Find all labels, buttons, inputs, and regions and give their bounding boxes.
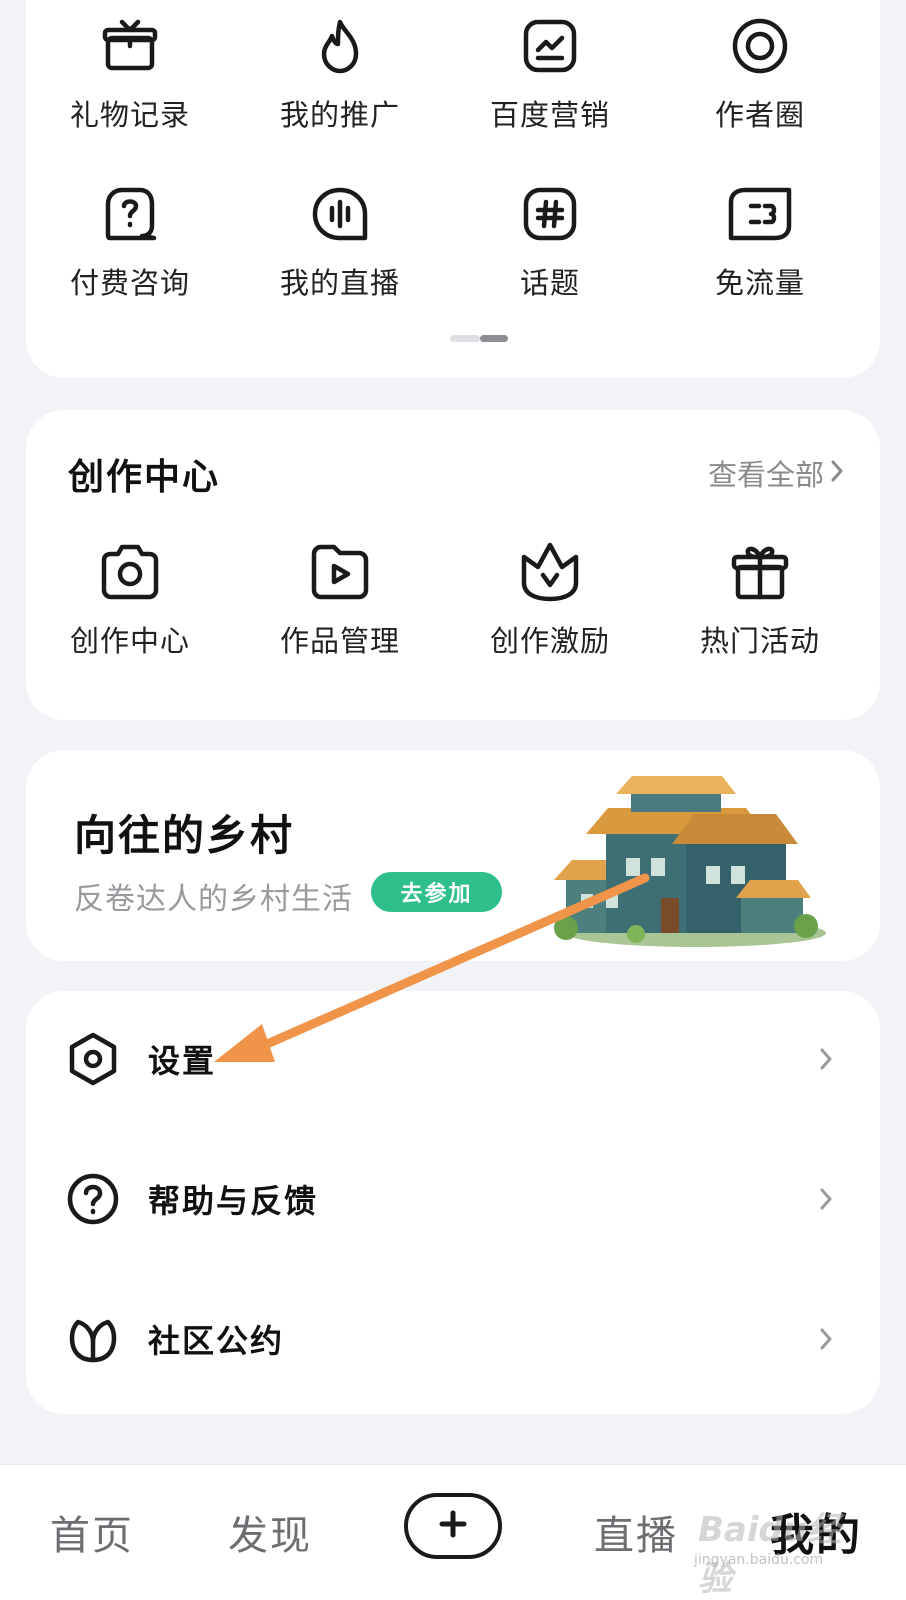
tool-free-data[interactable]: 免流量 [660, 180, 860, 302]
crown-icon [450, 538, 650, 606]
help-question-icon [66, 1172, 120, 1226]
menu-item-community-rules[interactable]: 社区公约 [26, 1279, 880, 1399]
creation-item-label: 创作中心 [69, 624, 190, 658]
creation-item-works[interactable]: 作品管理 [240, 538, 440, 660]
author-circle-icon [660, 12, 860, 80]
camera-icon [30, 538, 230, 606]
nav-mine[interactable]: 我的 [770, 1499, 862, 1563]
tool-label: 我的直播 [279, 266, 400, 300]
tool-label: 付费咨询 [69, 266, 190, 300]
tool-label: 免流量 [714, 266, 805, 300]
live-audio-icon [240, 180, 440, 248]
creation-item-center[interactable]: 创作中心 [30, 538, 230, 660]
tool-gift-record[interactable]: 礼物记录 [30, 12, 230, 134]
tools-card: 礼物记录 我的推广 百度营销 作者圈 付费咨询 我的直播 话题 免流量 [26, 0, 880, 378]
page-indicator [450, 335, 508, 342]
marketing-chart-icon [450, 12, 650, 80]
tool-paid-consult[interactable]: 付费咨询 [30, 180, 230, 302]
create-post-button[interactable] [404, 1493, 502, 1559]
tool-label: 我的推广 [279, 98, 400, 132]
page-dot-active [480, 335, 508, 342]
video-play-icon [240, 538, 440, 606]
nav-home[interactable]: 首页 [50, 1503, 134, 1561]
tool-baidu-marketing[interactable]: 百度营销 [450, 12, 650, 134]
tool-my-promotion[interactable]: 我的推广 [240, 12, 440, 134]
paid-question-icon [30, 180, 230, 248]
settings-menu-card: 设置 帮助与反馈 社区公约 [26, 991, 880, 1414]
creation-center-card: 创作中心 查看全部 创作中心 作品管理 创作激励 热门活动 [26, 410, 880, 720]
join-button[interactable]: 去参加 [371, 872, 502, 912]
section-title: 创作中心 [68, 457, 221, 498]
menu-label: 设置 [148, 1042, 217, 1080]
creation-item-events[interactable]: 热门活动 [660, 538, 860, 660]
page-dot [450, 335, 480, 342]
tool-label: 礼物记录 [69, 98, 190, 132]
bottom-navigation: 首页 发现 直播 我的 [0, 1464, 906, 1600]
menu-label: 社区公约 [148, 1322, 285, 1360]
chevron-right-icon [816, 1044, 836, 1074]
nav-live[interactable]: 直播 [594, 1503, 678, 1561]
menu-item-help-feedback[interactable]: 帮助与反馈 [26, 1139, 880, 1259]
tool-label: 话题 [519, 266, 580, 300]
tool-author-circle[interactable]: 作者圈 [660, 12, 860, 134]
flame-icon [240, 12, 440, 80]
creation-item-label: 热门活动 [699, 624, 820, 658]
creation-item-label: 作品管理 [279, 624, 400, 658]
event-banner[interactable]: 向往的乡村 反卷达人的乡村生活 去参加 [26, 750, 880, 961]
village-house-illustration [536, 768, 836, 948]
gift-box-icon [660, 538, 860, 606]
banner-subtitle: 反卷达人的乡村生活 [74, 882, 353, 917]
creation-item-incentive[interactable]: 创作激励 [450, 538, 650, 660]
settings-hexagon-icon [66, 1032, 120, 1086]
hashtag-icon [450, 180, 650, 248]
menu-label: 帮助与反馈 [148, 1182, 319, 1220]
banner-title: 向往的乡村 [74, 811, 295, 860]
creation-item-label: 创作激励 [489, 624, 610, 658]
gift-icon [30, 12, 230, 80]
tool-label: 作者圈 [714, 98, 805, 132]
plus-icon [438, 1509, 468, 1543]
leaf-icon [66, 1312, 120, 1366]
menu-item-settings[interactable]: 设置 [26, 999, 880, 1119]
tool-topic[interactable]: 话题 [450, 180, 650, 302]
chevron-right-icon [830, 456, 844, 490]
see-all-label: 查看全部 [707, 458, 824, 492]
chevron-right-icon [816, 1184, 836, 1214]
chevron-right-icon [816, 1324, 836, 1354]
see-all-link[interactable]: 查看全部 [708, 452, 844, 494]
nav-discover[interactable]: 发现 [228, 1503, 312, 1561]
tool-label: 百度营销 [489, 98, 610, 132]
tool-my-live[interactable]: 我的直播 [240, 180, 440, 302]
free-data-icon [660, 180, 860, 248]
